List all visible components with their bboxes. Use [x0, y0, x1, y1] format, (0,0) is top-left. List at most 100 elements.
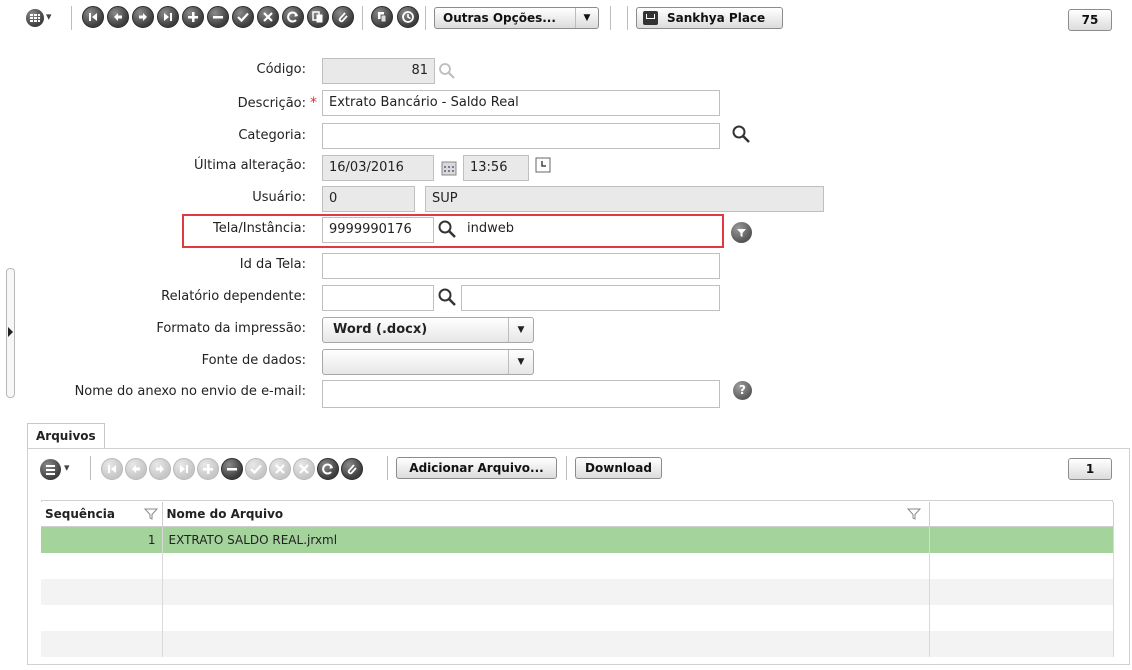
plus-icon [188, 12, 198, 22]
table-row[interactable]: 1 EXTRATO SALDO REAL.jrxml [41, 526, 1114, 553]
add-file-button[interactable] [197, 458, 219, 480]
copy-button[interactable] [307, 6, 329, 28]
previous-record-button[interactable] [107, 6, 129, 28]
usuario-name-field[interactable]: SUP [425, 186, 824, 212]
next-record-button[interactable] [132, 6, 154, 28]
files-page-counter[interactable]: 1 [1068, 458, 1112, 480]
tab-arquivos-label: Arquivos [36, 429, 96, 443]
search-icon[interactable] [437, 287, 457, 307]
outras-opcoes-label: Outras Opções... [443, 11, 556, 25]
categoria-field[interactable] [322, 123, 720, 149]
table-row-empty [41, 579, 1114, 605]
save-button[interactable] [232, 6, 254, 28]
cancel-file-button[interactable] [269, 458, 291, 480]
sankhya-place-label: Sankhya Place [667, 11, 766, 25]
history-button[interactable] [397, 6, 419, 28]
sankhya-place-button[interactable]: Sankhya Place [636, 7, 783, 29]
usuario-id-field[interactable]: 0 [322, 186, 415, 212]
refresh-icon [322, 463, 333, 475]
descricao-field[interactable]: Extrato Bancário - Saldo Real [322, 90, 720, 116]
toolbar-separator [90, 456, 91, 480]
time-field[interactable]: 13:56 [463, 155, 529, 181]
previous-file-button[interactable] [125, 458, 147, 480]
last-icon [180, 465, 188, 473]
id-tela-label: Id da Tela: [239, 257, 306, 272]
nome-anexo-label: Nome do anexo no envio de e-mail: [74, 384, 306, 399]
formato-impressao-label: Formato da impressão: [156, 321, 306, 336]
toolbar-separator [425, 6, 426, 30]
save-file-button[interactable] [245, 458, 267, 480]
relatorio-dependente-label: Relatório dependente: [161, 289, 306, 304]
remove-file-button[interactable] [221, 458, 243, 480]
column-header-empty [929, 502, 1114, 527]
relatorio-code-field[interactable] [322, 285, 434, 311]
search-icon[interactable] [438, 62, 456, 80]
clear-file-button[interactable] [293, 458, 315, 480]
grid-menu-button[interactable]: ▾ [26, 8, 60, 30]
cancel-button[interactable] [257, 6, 279, 28]
table-header-row: Sequência Nome do Arquivo [41, 502, 1114, 527]
clock-icon [402, 11, 414, 23]
formato-impressao-select[interactable]: Word (.docx) ▼ [322, 317, 534, 343]
refresh-icon [287, 11, 298, 23]
column-header-sequencia[interactable]: Sequência [41, 502, 163, 527]
sankhya-place-icon [643, 11, 658, 25]
attach-button[interactable] [332, 6, 354, 28]
arrow-right-icon [139, 13, 147, 21]
refresh-button[interactable] [282, 6, 304, 28]
list-icon [40, 459, 61, 480]
toolbar-separator [362, 6, 363, 30]
arrow-left-icon [114, 13, 122, 21]
config-button[interactable] [371, 6, 393, 28]
first-record-button[interactable] [82, 6, 104, 28]
help-button[interactable]: ? [733, 381, 752, 400]
last-record-button[interactable] [157, 6, 179, 28]
tab-arquivos[interactable]: Arquivos [27, 423, 105, 449]
tela-name-field[interactable]: indweb [461, 217, 719, 243]
date-field[interactable]: 16/03/2016 [322, 155, 434, 181]
grid-options-button[interactable]: ▾ [40, 459, 78, 481]
adicionar-arquivo-button[interactable]: Adicionar Arquivo... [396, 457, 557, 479]
attach-file-button[interactable] [341, 458, 363, 480]
copy-layers-icon [378, 12, 387, 23]
filter-icon[interactable] [906, 507, 921, 521]
grid-icon [26, 9, 44, 27]
remove-button[interactable] [207, 6, 229, 28]
refresh-files-button[interactable] [317, 458, 339, 480]
first-icon [89, 13, 97, 21]
formato-impressao-value: Word (.docx) [333, 322, 428, 337]
first-icon [108, 465, 116, 473]
next-file-button[interactable] [149, 458, 171, 480]
add-button[interactable] [182, 6, 204, 28]
time-picker-icon[interactable] [535, 157, 551, 173]
nome-anexo-field[interactable] [322, 380, 720, 408]
download-button[interactable]: Download [575, 457, 662, 479]
filter-icon[interactable] [143, 507, 158, 521]
codigo-label: Código: [256, 62, 306, 77]
filter-action-button[interactable] [731, 222, 752, 243]
relatorio-name-field[interactable] [461, 285, 720, 311]
codigo-field[interactable]: 81 [322, 58, 435, 84]
search-icon[interactable] [437, 219, 457, 239]
calendar-icon[interactable] [441, 160, 457, 176]
last-file-button[interactable] [173, 458, 195, 480]
sidebar-expand-handle[interactable] [6, 268, 15, 398]
toolbar-separator [627, 6, 628, 30]
column-header-nome-arquivo[interactable]: Nome do Arquivo [162, 502, 930, 527]
help-icon: ? [739, 383, 746, 397]
close-icon [299, 464, 309, 474]
page-counter[interactable]: 75 [1068, 9, 1112, 31]
fonte-dados-select[interactable]: ▼ [322, 349, 534, 375]
paperclip-icon [338, 12, 348, 23]
toolbar-separator [610, 6, 611, 30]
required-icon: * [310, 95, 317, 111]
check-icon [250, 464, 262, 475]
cell-nome-arquivo: EXTRATO SALDO REAL.jrxml [162, 526, 930, 553]
search-icon[interactable] [731, 124, 751, 144]
id-tela-field[interactable] [322, 253, 720, 279]
tela-code-field[interactable]: 9999990176 [322, 217, 434, 243]
outras-opcoes-button[interactable]: Outras Opções... ▼ [434, 7, 599, 29]
table-row-empty [41, 605, 1114, 631]
first-file-button[interactable] [101, 458, 123, 480]
files-page-counter-value: 1 [1085, 462, 1095, 476]
